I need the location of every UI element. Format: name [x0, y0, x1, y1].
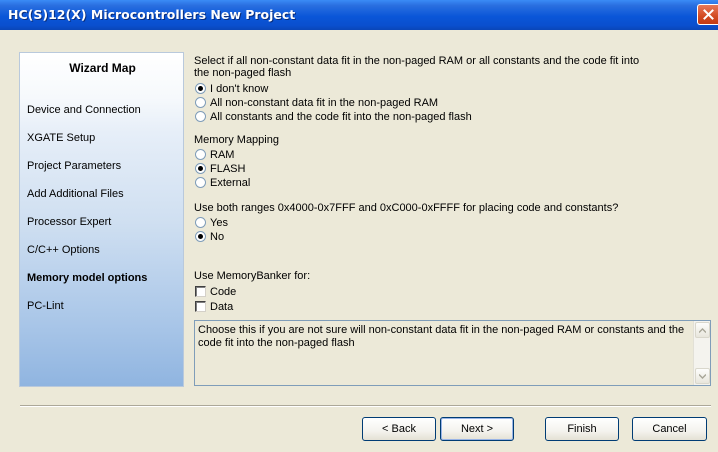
- scroll-up-button[interactable]: [695, 322, 710, 338]
- wizard-map-title: Wizard Map: [69, 61, 136, 75]
- radio-dont-know[interactable]: [195, 83, 206, 94]
- radio-mapping-external-label[interactable]: External: [210, 177, 250, 189]
- radio-dont-know-label[interactable]: I don't know: [210, 83, 268, 95]
- cancel-button[interactable]: Cancel: [632, 417, 707, 441]
- wizard-map-panel: Wizard Map Device and Connection XGATE S…: [19, 52, 184, 387]
- radio-ranges-no[interactable]: [195, 231, 206, 242]
- radio-mapping-flash-label[interactable]: FLASH: [210, 163, 245, 175]
- radio-nonconst-data-fit-ram-label[interactable]: All non-constant data fit in the non-pag…: [210, 97, 438, 109]
- description-text: Choose this if you are not sure will non…: [198, 324, 685, 349]
- radio-const-code-fit-flash[interactable]: [195, 111, 206, 122]
- radio-nonconst-data-fit-ram[interactable]: [195, 97, 206, 108]
- title-bar: HC(S)12(X) Microcontrollers New Project: [0, 0, 718, 30]
- back-button[interactable]: < Back: [362, 417, 436, 441]
- wizard-step-device-and-connection[interactable]: Device and Connection: [27, 104, 141, 116]
- wizard-step-xgate-setup[interactable]: XGATE Setup: [27, 132, 95, 144]
- arrow-down-icon: [699, 373, 706, 379]
- description-scrollbar[interactable]: [693, 321, 710, 385]
- wizard-step-memory-model-options[interactable]: Memory model options: [27, 272, 147, 284]
- window-title: HC(S)12(X) Microcontrollers New Project: [8, 7, 296, 22]
- data-fit-question-line1: Select if all non-constant data fit in t…: [194, 55, 640, 67]
- radio-ranges-yes-label[interactable]: Yes: [210, 217, 228, 229]
- radio-const-code-fit-flash-label[interactable]: All constants and the code fit into the …: [210, 111, 472, 123]
- ranges-question: Use both ranges 0x4000-0x7FFF and 0xC000…: [194, 202, 619, 214]
- button-separator: [20, 405, 711, 407]
- scroll-down-button[interactable]: [695, 368, 710, 384]
- close-button[interactable]: [697, 4, 718, 25]
- close-icon: [702, 9, 714, 20]
- radio-mapping-ram-label[interactable]: RAM: [210, 149, 234, 161]
- radio-mapping-ram[interactable]: [195, 149, 206, 160]
- checkbox-banker-code-label[interactable]: Code: [210, 286, 236, 298]
- finish-button[interactable]: Finish: [545, 417, 619, 441]
- wizard-step-cpp-options[interactable]: C/C++ Options: [27, 244, 100, 256]
- next-button[interactable]: Next >: [440, 417, 514, 441]
- wizard-step-processor-expert[interactable]: Processor Expert: [27, 216, 111, 228]
- wizard-step-project-parameters[interactable]: Project Parameters: [27, 160, 121, 172]
- description-box[interactable]: Choose this if you are not sure will non…: [194, 320, 711, 386]
- arrow-up-icon: [699, 327, 706, 333]
- checkbox-banker-data[interactable]: [195, 301, 206, 312]
- wizard-step-add-additional-files[interactable]: Add Additional Files: [27, 188, 124, 200]
- wizard-step-pc-lint[interactable]: PC-Lint: [27, 300, 64, 312]
- radio-mapping-flash[interactable]: [195, 163, 206, 174]
- radio-ranges-no-label[interactable]: No: [210, 231, 224, 243]
- memory-banker-label: Use MemoryBanker for:: [194, 270, 311, 282]
- memory-mapping-label: Memory Mapping: [194, 134, 279, 146]
- radio-mapping-external[interactable]: [195, 177, 206, 188]
- checkbox-banker-data-label[interactable]: Data: [210, 301, 233, 313]
- radio-ranges-yes[interactable]: [195, 217, 206, 228]
- checkbox-banker-code[interactable]: [195, 286, 206, 297]
- data-fit-question-line2: the non-paged flash: [194, 67, 292, 79]
